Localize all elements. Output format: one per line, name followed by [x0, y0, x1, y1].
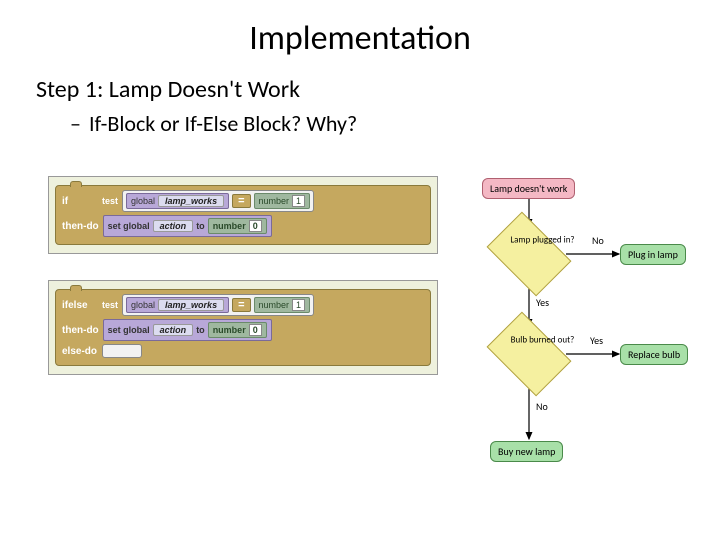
sub-text: If-Block or If-Else Block? Why? — [89, 110, 357, 137]
number-value-0b: 0 — [249, 324, 262, 336]
flow-start: Lamp doesn't work — [482, 178, 575, 199]
puzzle-notch-icon — [70, 181, 82, 187]
edge-yes: Yes — [536, 296, 549, 309]
puzzle-notch-icon-2 — [70, 285, 82, 291]
number-block-0: number 0 — [208, 218, 267, 234]
var-action: action — [153, 220, 194, 232]
sub-heading: – If-Block or If-Else Block? Why? — [0, 104, 720, 137]
var-lamp-works: lamp_works — [158, 195, 224, 207]
kw-number-2: number — [213, 221, 246, 231]
step-heading: Step 1: Lamp Doesn't Work — [0, 59, 720, 104]
var-lamp-works-2: lamp_works — [158, 299, 224, 311]
bullet-dash: – — [70, 110, 84, 137]
eq-operator: = — [232, 194, 250, 208]
kw-elsedo: else-do — [62, 346, 98, 357]
kw-number: number — [259, 196, 290, 206]
slide-title: Implementation — [0, 0, 720, 59]
if-block: if test global lamp_works = number 1 the… — [55, 185, 431, 245]
flow-plug-in: Plug in lamp — [620, 244, 686, 265]
number-value-1b: 1 — [292, 299, 305, 311]
number-value-0: 0 — [249, 220, 262, 232]
kw-to: to — [196, 221, 205, 231]
kw-ifelse: ifelse — [62, 300, 98, 311]
flow-decision-plugged: Lamp plugged in? — [494, 229, 564, 279]
number-block: number 1 — [254, 193, 311, 209]
empty-slot — [102, 344, 142, 358]
test-slot-2: global lamp_works = number 1 — [122, 294, 314, 316]
number-block-2: number 1 — [254, 297, 311, 313]
kw-test: test — [102, 196, 118, 206]
flow-replace-bulb: Replace bulb — [620, 344, 688, 365]
kw-global: global — [131, 196, 155, 206]
if-block-panel: if test global lamp_works = number 1 the… — [48, 176, 438, 254]
number-block-0b: number 0 — [208, 322, 267, 338]
eq-operator-2: = — [232, 298, 250, 312]
global-var-block-2: global lamp_works — [126, 297, 229, 313]
kw-test-2: test — [102, 300, 118, 310]
global-var-block: global lamp_works — [126, 193, 229, 209]
kw-setglobal-2: set global — [108, 325, 150, 335]
kw-if: if — [62, 196, 98, 207]
kw-number-4: number — [213, 325, 246, 335]
var-action-2: action — [153, 324, 194, 336]
set-global-block: set global action to number 0 — [103, 215, 272, 237]
set-global-block-2: set global action to number 0 — [103, 319, 272, 341]
kw-setglobal: set global — [108, 221, 150, 231]
ifelse-block: ifelse test global lamp_works = number 1… — [55, 289, 431, 366]
edge-no: No — [592, 234, 604, 247]
ifelse-block-panel: ifelse test global lamp_works = number 1… — [48, 280, 438, 375]
number-value-1: 1 — [292, 195, 305, 207]
kw-thendo-2: then-do — [62, 325, 99, 336]
kw-global-2: global — [131, 300, 155, 310]
code-blocks-column: if test global lamp_works = number 1 the… — [48, 176, 438, 401]
test-slot: global lamp_works = number 1 — [122, 190, 314, 212]
edge-no-2: No — [536, 400, 548, 413]
edge-yes-2: Yes — [590, 334, 603, 347]
flowchart: Lamp doesn't work Lamp plugged in? No Pl… — [454, 176, 704, 506]
kw-to-2: to — [196, 325, 205, 335]
flow-buy-lamp: Buy new lamp — [490, 441, 563, 462]
kw-number-3: number — [259, 300, 290, 310]
flow-decision-bulb: Bulb burned out? — [494, 329, 564, 379]
kw-thendo: then-do — [62, 221, 99, 232]
